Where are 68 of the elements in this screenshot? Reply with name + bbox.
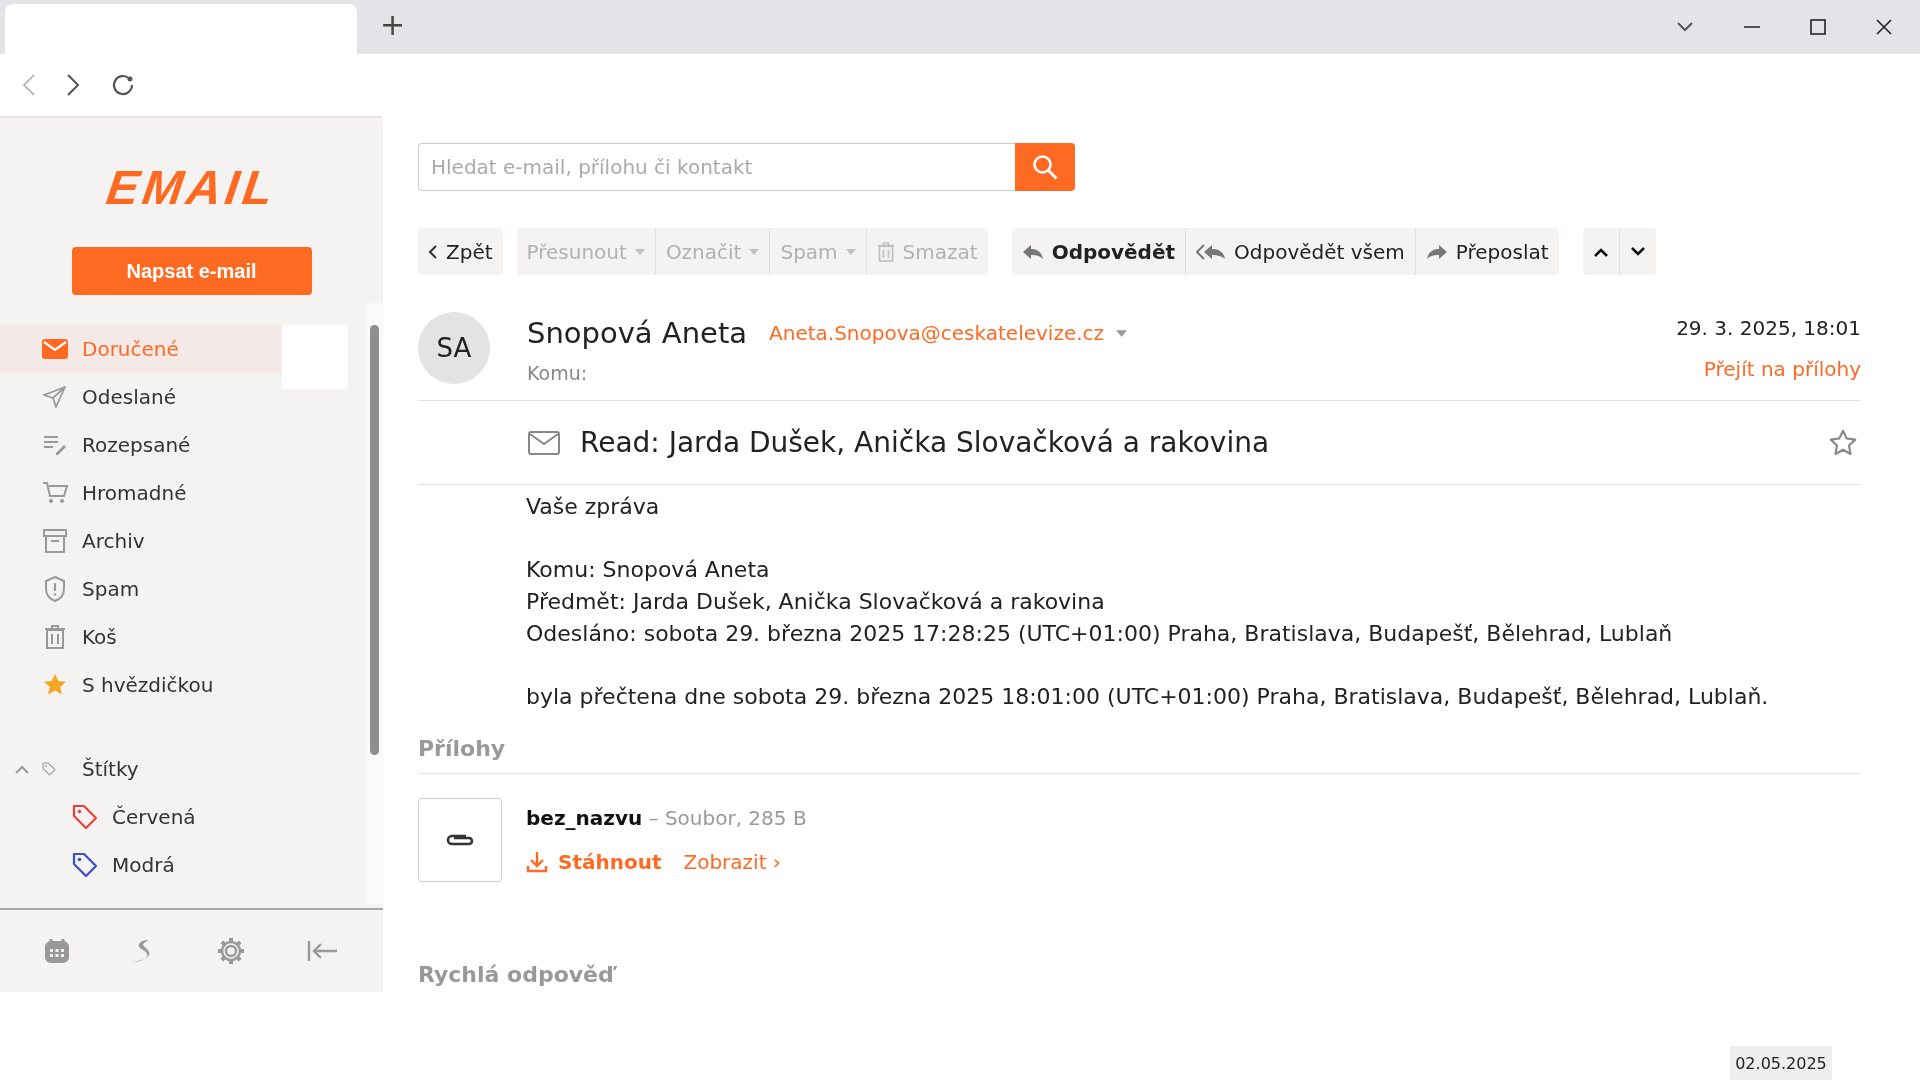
label-item[interactable]: Modrá: [0, 841, 282, 889]
settings-icon[interactable]: [215, 936, 246, 966]
toolbar-button[interactable]: Zpět: [418, 228, 503, 275]
file-meta: – Soubor, 285 B: [648, 806, 807, 830]
back-icon[interactable]: [22, 73, 36, 97]
file-thumbnail[interactable]: [418, 798, 502, 882]
message-subject: Read: Jarda Dušek, Anička Slovačková a rakovina: [580, 426, 1271, 459]
trash-icon: [44, 625, 66, 649]
star-icon: [43, 673, 67, 697]
folder-item[interactable]: Rozepsané: [0, 421, 282, 469]
paper-plane-icon: [43, 386, 67, 408]
sender-name: Snopová Aneta: [527, 316, 748, 350]
caret-icon: [845, 248, 856, 255]
close-icon[interactable]: [1876, 19, 1892, 35]
forward-icon[interactable]: [66, 73, 80, 97]
body-text: Komu: Snopová Aneta: [526, 556, 771, 584]
folder-item[interactable]: Odeslané: [0, 373, 282, 421]
star-icon[interactable]: [1829, 428, 1857, 457]
new-tab-button[interactable]: +: [372, 6, 414, 42]
chevron-up-icon: [1592, 246, 1609, 257]
reload-icon[interactable]: [110, 72, 136, 98]
shield-icon: [44, 576, 66, 602]
folder-item[interactable]: Archiv: [0, 517, 282, 565]
reply-all-arrow-icon: [1196, 243, 1227, 260]
maximize-icon[interactable]: [1810, 19, 1826, 35]
avatar: SA: [418, 312, 490, 384]
caret-icon: [749, 248, 760, 255]
file-name: bez_nazvu: [526, 806, 643, 830]
body-text: Předmět: Jarda Dušek, Anička Slovačková a rakovina: [526, 588, 1106, 616]
chevron-icon: [14, 764, 30, 774]
download-icon: [526, 851, 548, 873]
taskbar-date: 02.05.2025: [1730, 1046, 1832, 1080]
body-text: byla přečtena dne sobota 29. března 2025 18:01:00 (UTC+01:00) Praha, Bratislava, Budapešť, Bělehrad, Lublaň.: [526, 683, 1770, 711]
toolbar-button[interactable]: Odpovědět: [1011, 228, 1186, 275]
archive-box-icon: [43, 529, 67, 553]
recipient-label: Komu:: [527, 362, 589, 384]
collapse-sidebar-icon[interactable]: [306, 940, 339, 962]
attachments-heading: Přílohy: [418, 736, 1861, 774]
folder-item[interactable]: Hromadné: [0, 469, 282, 517]
caret-icon[interactable]: [1116, 329, 1128, 337]
blank-panel: [282, 325, 348, 389]
toolbar-button[interactable]: Odpovědět všem: [1185, 228, 1415, 275]
chevron-down-icon[interactable]: [1676, 21, 1694, 33]
forward-arrow-icon: [1425, 243, 1448, 260]
labels-group[interactable]: Štítky: [0, 745, 254, 793]
body-text: Vaše zpráva: [526, 493, 661, 521]
cart-icon: [42, 481, 68, 505]
message-date: 29. 3. 2025, 18:01: [1676, 316, 1861, 340]
lines-pencil-icon: [43, 435, 67, 455]
caret-icon: [634, 248, 645, 255]
label-item[interactable]: Červená: [0, 793, 282, 841]
search-field[interactable]: Hledat e-mail, přílohu či kontakt: [418, 143, 1015, 191]
chevron-left-icon: [428, 243, 438, 260]
body-text: Odesláno: sobota 29. března 2025 17:28:25 (UTC+01:00) Praha, Bratislava, Budapešť, Bělehrad, Lublaň: [526, 620, 1674, 648]
toolbar-button[interactable]: Přeposlat: [1414, 228, 1559, 275]
chevron-down-icon: [1629, 246, 1646, 257]
folder-item[interactable]: Koš: [0, 613, 282, 661]
calendar-icon[interactable]: [44, 938, 71, 964]
search-button[interactable]: [1015, 143, 1075, 191]
folder-item[interactable]: Spam: [0, 565, 282, 613]
envelope-icon: [528, 430, 560, 455]
scrollbar[interactable]: [366, 303, 382, 904]
envelope-icon: [42, 339, 68, 359]
quick-reply-heading: Rychlá odpověď: [418, 962, 1861, 987]
search-icon: [1032, 154, 1058, 180]
reply-arrow-icon: [1021, 243, 1044, 260]
folder-item[interactable]: S hvězdičkou: [0, 661, 282, 709]
trash-icon: [876, 241, 895, 262]
